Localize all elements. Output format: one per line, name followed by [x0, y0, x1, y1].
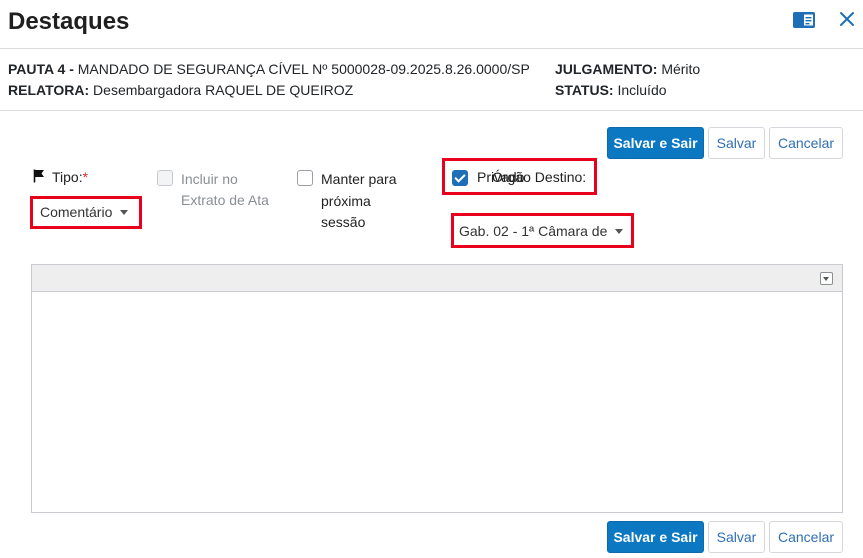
text-editor — [31, 264, 843, 513]
tipo-select[interactable]: Comentário — [40, 199, 138, 225]
manter-label-line1: Manter para — [321, 171, 397, 187]
orgao-destino-label: Órgão Destino: — [492, 169, 587, 185]
incluir-extrato-label-line1: Incluir no — [181, 171, 238, 187]
tipo-select-value: Comentário — [40, 204, 113, 220]
book-open-icon[interactable] — [792, 11, 816, 32]
relatora-line: RELATORA: Desembargadora RAQUEL DE QUEIR… — [8, 80, 353, 101]
close-icon[interactable] — [838, 10, 856, 31]
toolbar-dropdown-icon[interactable] — [820, 272, 833, 285]
save-button-bottom[interactable]: Salvar — [708, 521, 765, 553]
tipo-label-text: Tipo: — [52, 169, 83, 185]
manter-label-line2: próxima — [321, 192, 371, 209]
pauta-label: PAUTA 4 - — [8, 61, 74, 77]
editor-content-area[interactable] — [32, 293, 842, 512]
cancel-button-bottom[interactable]: Cancelar — [769, 521, 843, 553]
relatora-label: RELATORA: — [8, 82, 90, 98]
orgao-destino-select[interactable]: Gab. 02 - 1ª Câmara de — [459, 218, 629, 244]
pauta-line: PAUTA 4 - MANDADO DE SEGURANÇA CÍVEL Nº … — [8, 59, 530, 80]
required-marker: * — [82, 169, 89, 185]
manter-label-line3: sessão — [321, 214, 366, 230]
incluir-extrato-checkbox — [157, 170, 173, 186]
save-exit-button-bottom[interactable]: Salvar e Sair — [607, 521, 704, 553]
status-line: STATUS: Incluído — [555, 80, 667, 101]
pauta-value: MANDADO DE SEGURANÇA CÍVEL Nº 5000028-09… — [77, 61, 530, 77]
manter-proxima-sessao-label: Manter para próxima sessão — [321, 169, 396, 234]
caret-down-icon — [120, 209, 129, 215]
header-divider — [0, 48, 863, 49]
manter-proxima-sessao-checkbox[interactable] — [297, 170, 313, 186]
dialog-header: Destaques — [0, 0, 863, 48]
relatora-value: Desembargadora RAQUEL DE QUEIROZ — [93, 82, 354, 98]
info-divider — [0, 110, 863, 111]
save-button-top[interactable]: Salvar — [708, 127, 765, 159]
save-exit-button-top[interactable]: Salvar e Sair — [607, 127, 704, 159]
incluir-extrato-label-line2: Extrato de Ata — [181, 192, 269, 208]
julgamento-label: JULGAMENTO: — [555, 61, 658, 77]
privado-checkbox[interactable] — [452, 170, 468, 186]
flag-icon — [33, 169, 45, 186]
status-value: Incluído — [617, 82, 667, 98]
tipo-label: Tipo:* — [52, 169, 88, 185]
cancel-button-top[interactable]: Cancelar — [769, 127, 843, 159]
orgao-destino-value: Gab. 02 - 1ª Câmara de — [459, 223, 608, 239]
editor-toolbar — [32, 265, 842, 292]
caret-down-icon — [615, 228, 624, 234]
julgamento-line: JULGAMENTO: Mérito — [555, 59, 700, 80]
incluir-extrato-label: Incluir no Extrato de Ata — [181, 169, 269, 211]
julgamento-value: Mérito — [661, 61, 701, 77]
dialog-title: Destaques — [8, 8, 130, 35]
status-label: STATUS: — [555, 82, 614, 98]
